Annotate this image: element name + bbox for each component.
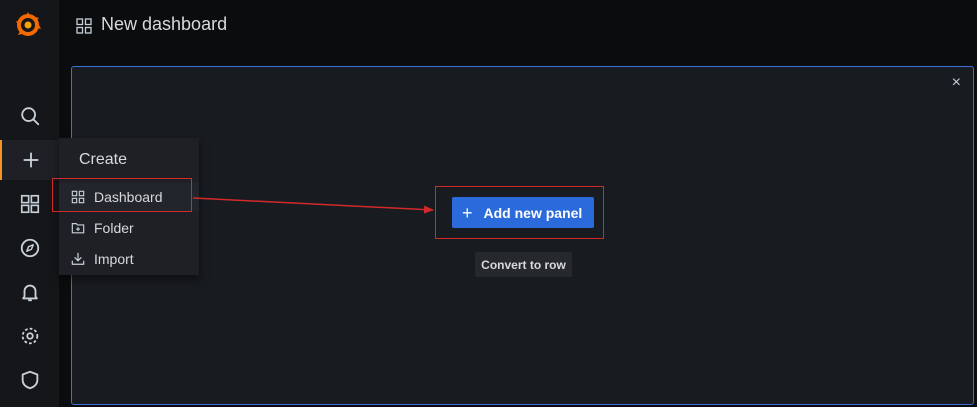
- create-menu: Create Dashboard Folder Import: [59, 138, 199, 275]
- folder-plus-icon: [71, 223, 85, 234]
- create-menu-item-import[interactable]: Import: [59, 245, 199, 273]
- dashboards-icon: [71, 190, 85, 204]
- new-panel-placeholder: ×: [71, 66, 974, 405]
- search-icon[interactable]: [0, 96, 59, 136]
- convert-to-row-button[interactable]: Convert to row: [475, 252, 572, 277]
- dashboards-icon[interactable]: [0, 184, 59, 224]
- close-icon[interactable]: ×: [952, 75, 961, 91]
- import-icon: [71, 252, 85, 265]
- add-new-panel-button[interactable]: + Add new panel: [452, 197, 594, 228]
- dashboard-title[interactable]: New dashboard: [101, 14, 227, 35]
- create-menu-item-label: Import: [94, 251, 134, 267]
- create-menu-header: Create: [79, 151, 128, 168]
- explore-icon[interactable]: [0, 228, 59, 268]
- create-menu-item-folder[interactable]: Folder: [59, 214, 199, 242]
- plus-icon: +: [462, 202, 473, 223]
- dashboard-grid-icon: [76, 18, 92, 34]
- sidebar: [0, 0, 59, 407]
- create-menu-item-dashboard[interactable]: Dashboard: [59, 183, 199, 211]
- shield-icon[interactable]: [0, 360, 59, 400]
- create-menu-item-label: Folder: [94, 220, 134, 236]
- grafana-logo[interactable]: [12, 9, 44, 41]
- settings-icon[interactable]: [0, 316, 59, 356]
- add-new-panel-label: Add new panel: [483, 204, 583, 221]
- plus-icon[interactable]: [0, 140, 59, 180]
- top-bar: New dashboard: [59, 0, 977, 52]
- alerting-icon[interactable]: [0, 272, 59, 312]
- create-menu-item-label: Dashboard: [94, 189, 163, 205]
